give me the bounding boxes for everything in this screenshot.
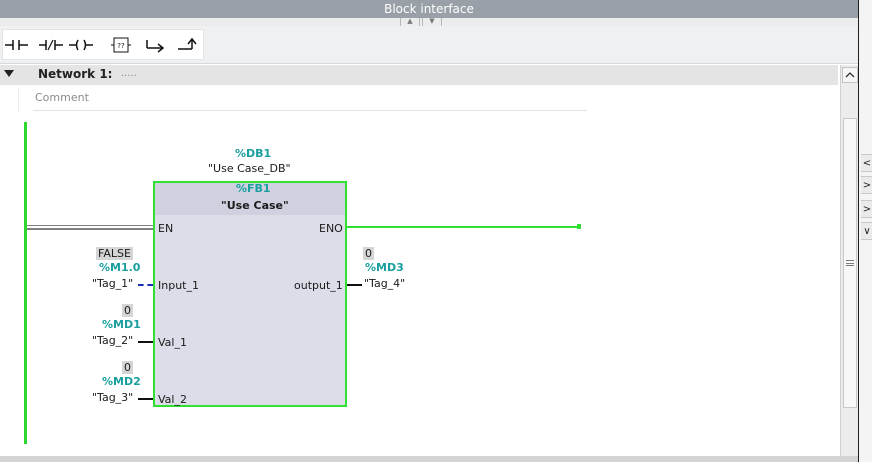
normally-open-contact-icon: [5, 40, 28, 50]
empty-box-icon: ??: [111, 37, 131, 53]
open-branch-button[interactable]: [141, 35, 169, 55]
nc-contact-button[interactable]: [37, 35, 65, 55]
open-branch-icon: [146, 40, 165, 53]
pin-val-2[interactable]: Val_2: [158, 393, 187, 406]
network-title-field[interactable]: .....: [121, 68, 137, 79]
fb-address: %FB1: [236, 182, 271, 195]
pin-output-1[interactable]: output_1: [294, 279, 343, 292]
output-1-address: %MD3: [365, 261, 404, 274]
comment-gutter: [18, 88, 19, 112]
empty-box-glyph: ??: [117, 42, 125, 50]
side-collapse-left-tab[interactable]: <: [861, 154, 872, 172]
val-2-wire[interactable]: [138, 398, 153, 400]
comment-divider: [33, 110, 587, 111]
instruction-buttons-group: ??: [2, 29, 204, 60]
pin-en[interactable]: EN: [158, 222, 173, 235]
en-wire[interactable]: [27, 225, 153, 230]
network-header[interactable]: Network 1: .....: [0, 65, 838, 85]
coil-button[interactable]: [67, 35, 95, 55]
scroll-grip-icon: [846, 260, 854, 266]
close-branch-button[interactable]: [173, 35, 201, 55]
task-card-strip: < > > ∨: [858, 0, 872, 462]
network-comment-field[interactable]: Comment: [35, 91, 89, 104]
val-2-tag[interactable]: "Tag_3": [92, 391, 133, 404]
pin-val-1[interactable]: Val_1: [158, 336, 187, 349]
side-expand-right-tab-2[interactable]: >: [861, 200, 872, 218]
coil-icon: [69, 39, 93, 51]
collapse-up-handle[interactable]: ▲: [400, 18, 420, 26]
chevron-up-icon: [845, 72, 855, 78]
collapse-network-icon[interactable]: [4, 70, 14, 77]
pin-eno[interactable]: ENO: [319, 222, 343, 235]
eno-wire-end: [577, 224, 581, 229]
val-2-address: %MD2: [102, 375, 141, 388]
normally-closed-contact-icon: [39, 39, 63, 51]
arrow-down-icon: ▼: [429, 17, 435, 25]
editor-vertical-scrollbar[interactable]: [840, 65, 858, 462]
function-block-use-case[interactable]: %FB1 "Use Case" EN ENO Input_1 output_1 …: [153, 181, 347, 407]
eno-wire[interactable]: [347, 226, 579, 228]
collapse-down-handle[interactable]: ▼: [422, 18, 442, 26]
output-1-tag[interactable]: "Tag_4": [364, 277, 405, 290]
power-rail: [24, 122, 27, 444]
input-1-monitor-value: FALSE: [96, 247, 133, 260]
val-1-monitor-value: 0: [122, 304, 133, 317]
no-contact-button[interactable]: [3, 35, 31, 55]
ladder-toolbar: ??: [0, 26, 858, 64]
instance-db-address: %DB1: [235, 147, 272, 160]
empty-box-button[interactable]: ??: [107, 35, 135, 55]
val-1-tag[interactable]: "Tag_2": [92, 334, 133, 347]
side-expand-right-tab-1[interactable]: >: [861, 176, 872, 194]
val-2-monitor-value: 0: [122, 361, 133, 374]
fb-name: "Use Case": [221, 199, 289, 212]
output-1-wire[interactable]: [347, 284, 362, 286]
arrow-up-icon: ▲: [407, 17, 413, 25]
val-1-wire[interactable]: [138, 341, 153, 343]
close-branch-icon: [178, 37, 197, 50]
input-1-address: %M1.0: [99, 261, 141, 274]
val-1-address: %MD1: [102, 318, 141, 331]
instance-db-name[interactable]: "Use Case_DB": [208, 162, 291, 175]
scroll-up-button[interactable]: [842, 67, 858, 83]
horizontal-scrollbar-track[interactable]: [0, 456, 858, 462]
pin-input-1[interactable]: Input_1: [158, 279, 199, 292]
block-editor-window: Block interface ▲ ▼ ?? Network 1: ..... …: [0, 0, 872, 462]
input-1-tag[interactable]: "Tag_1": [92, 277, 133, 290]
side-dropdown-tab[interactable]: ∨: [861, 222, 872, 240]
network-title: Network 1:: [38, 67, 113, 81]
input-1-wire[interactable]: [138, 284, 153, 286]
scroll-thumb[interactable]: [843, 118, 857, 408]
output-1-monitor-value: 0: [363, 247, 374, 260]
